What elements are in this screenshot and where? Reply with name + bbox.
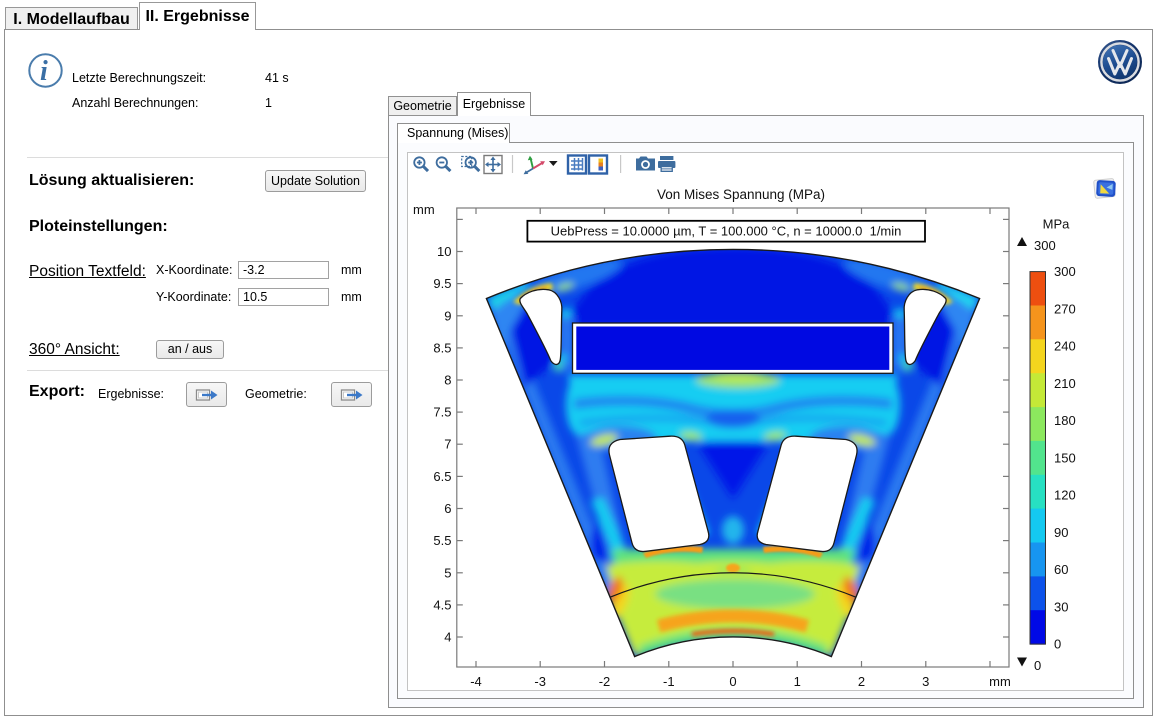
svg-text:-3: -3 xyxy=(534,674,546,689)
svg-text:2: 2 xyxy=(858,674,865,689)
svg-text:3: 3 xyxy=(922,674,929,689)
svg-text:8.5: 8.5 xyxy=(433,340,451,355)
svg-text:-1: -1 xyxy=(663,674,675,689)
svg-text:0: 0 xyxy=(1054,637,1061,652)
svg-text:-2: -2 xyxy=(599,674,611,689)
svg-text:240: 240 xyxy=(1054,339,1076,354)
svg-text:0: 0 xyxy=(1034,658,1041,673)
svg-text:150: 150 xyxy=(1054,450,1076,465)
svg-text:4.5: 4.5 xyxy=(433,597,451,612)
svg-text:10: 10 xyxy=(437,244,451,259)
svg-text:300: 300 xyxy=(1054,264,1076,279)
svg-text:300: 300 xyxy=(1034,238,1056,253)
svg-text:UebPress = 10.0000 µm, T = 100: UebPress = 10.0000 µm, T = 100.000 °C, n… xyxy=(551,224,902,239)
svg-text:120: 120 xyxy=(1054,488,1076,503)
svg-text:MPa: MPa xyxy=(1043,217,1071,232)
svg-text:9: 9 xyxy=(444,308,451,323)
svg-text:7.5: 7.5 xyxy=(433,405,451,420)
svg-text:60: 60 xyxy=(1054,562,1068,577)
svg-text:i: i xyxy=(40,56,48,87)
svg-text:210: 210 xyxy=(1054,376,1076,391)
svg-text:Von Mises Spannung (MPa): Von Mises Spannung (MPa) xyxy=(657,187,825,202)
svg-text:180: 180 xyxy=(1054,413,1076,428)
svg-text:9.5: 9.5 xyxy=(433,276,451,291)
svg-text:90: 90 xyxy=(1054,525,1068,540)
svg-text:mm: mm xyxy=(413,202,435,217)
svg-text:5: 5 xyxy=(444,565,451,580)
svg-text:30: 30 xyxy=(1054,599,1068,614)
svg-text:7: 7 xyxy=(444,437,451,452)
svg-text:6: 6 xyxy=(444,501,451,516)
svg-text:5.5: 5.5 xyxy=(433,533,451,548)
svg-text:4: 4 xyxy=(444,630,451,645)
svg-text:270: 270 xyxy=(1054,301,1076,316)
svg-text:1: 1 xyxy=(794,674,801,689)
svg-text:8: 8 xyxy=(444,373,451,388)
svg-text:0: 0 xyxy=(729,674,736,689)
svg-text:mm: mm xyxy=(989,674,1011,689)
svg-text:-4: -4 xyxy=(470,674,482,689)
svg-text:6.5: 6.5 xyxy=(433,469,451,484)
